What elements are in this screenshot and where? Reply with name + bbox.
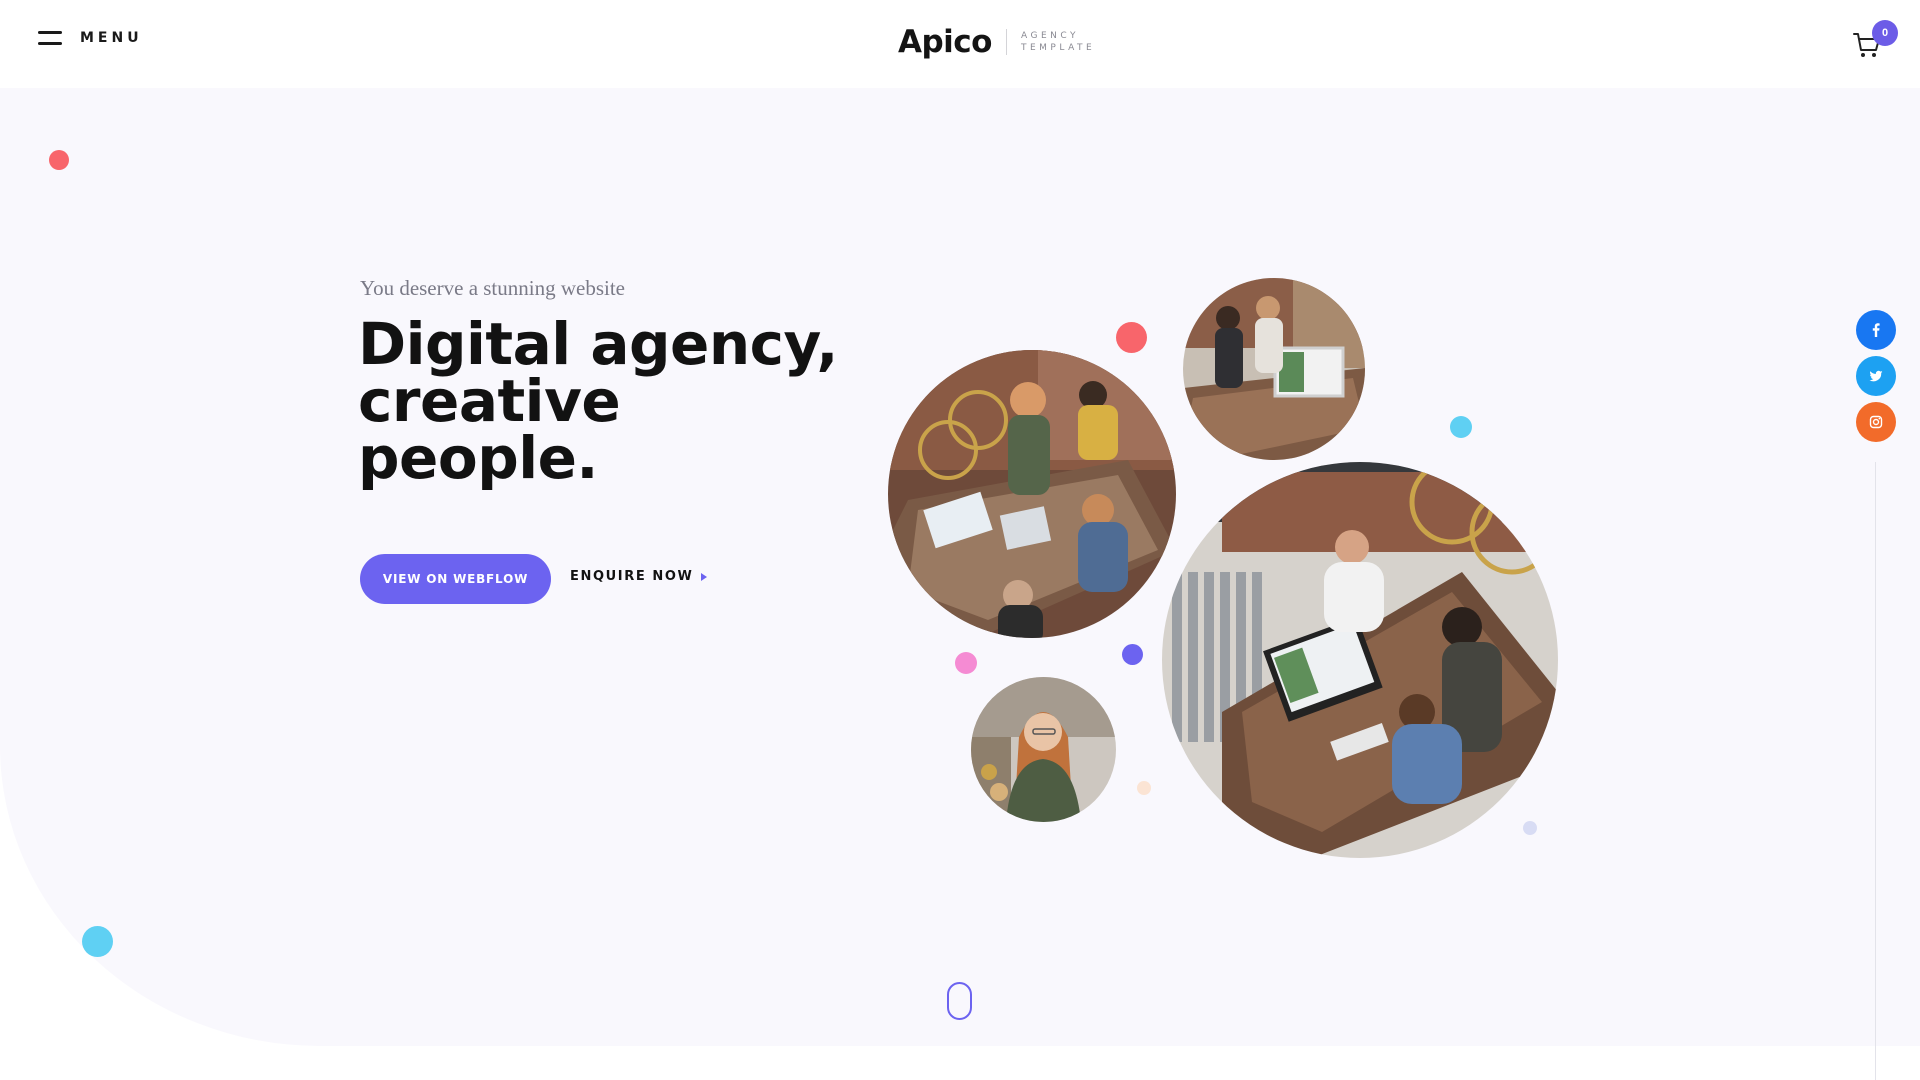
cart-button[interactable]: 0 <box>1852 20 1898 60</box>
site-logo[interactable]: Apico AGENCY TEMPLATE <box>898 24 1095 60</box>
hero-title-line3: people. <box>358 424 598 492</box>
logo-divider <box>1005 29 1007 55</box>
facebook-icon <box>1872 323 1880 337</box>
decor-dot-coral <box>1116 322 1147 353</box>
team-photo-office <box>1183 278 1365 460</box>
decor-dot-lavender <box>1523 821 1537 835</box>
site-header: MENU Apico AGENCY TEMPLATE 0 <box>0 0 1920 88</box>
facebook-button[interactable] <box>1856 310 1896 350</box>
logo-wordmark: Apico <box>898 24 992 60</box>
menu-label: MENU <box>80 30 143 46</box>
arrow-right-icon <box>700 572 707 581</box>
hamburger-icon <box>38 30 62 46</box>
twitter-button[interactable] <box>1856 356 1896 396</box>
social-divider-line <box>1875 462 1876 1080</box>
logo-tagline: AGENCY TEMPLATE <box>1021 30 1095 54</box>
hero-title: Digital agency, creative people. <box>358 315 878 487</box>
logo-tagline-line2: TEMPLATE <box>1020 43 1096 53</box>
instagram-button[interactable] <box>1856 402 1896 442</box>
instagram-icon <box>1869 415 1883 429</box>
decor-dot-purple <box>1122 644 1143 665</box>
team-photo-meeting <box>1162 462 1558 858</box>
decor-dot-sky-large <box>82 926 113 957</box>
woman-portrait-photo <box>971 677 1116 822</box>
menu-button[interactable]: MENU <box>38 30 143 46</box>
decor-dot-peach <box>1137 781 1151 795</box>
decor-dot-pink <box>955 652 977 674</box>
logo-tagline-line1: AGENCY <box>1020 31 1079 41</box>
enquire-now-label: ENQUIRE NOW <box>570 569 694 584</box>
decor-dot-coral-small <box>49 150 69 170</box>
twitter-icon <box>1869 370 1883 382</box>
decor-dot-sky <box>1450 416 1472 438</box>
cart-count-badge: 0 <box>1872 20 1898 46</box>
team-photo-bikes <box>888 350 1176 638</box>
view-on-webflow-button[interactable]: VIEW ON WEBFLOW <box>360 554 551 604</box>
enquire-now-link[interactable]: ENQUIRE NOW <box>570 569 707 584</box>
scroll-down-mouse-icon[interactable] <box>947 982 972 1020</box>
hero-subtitle: You deserve a stunning website <box>360 276 626 300</box>
